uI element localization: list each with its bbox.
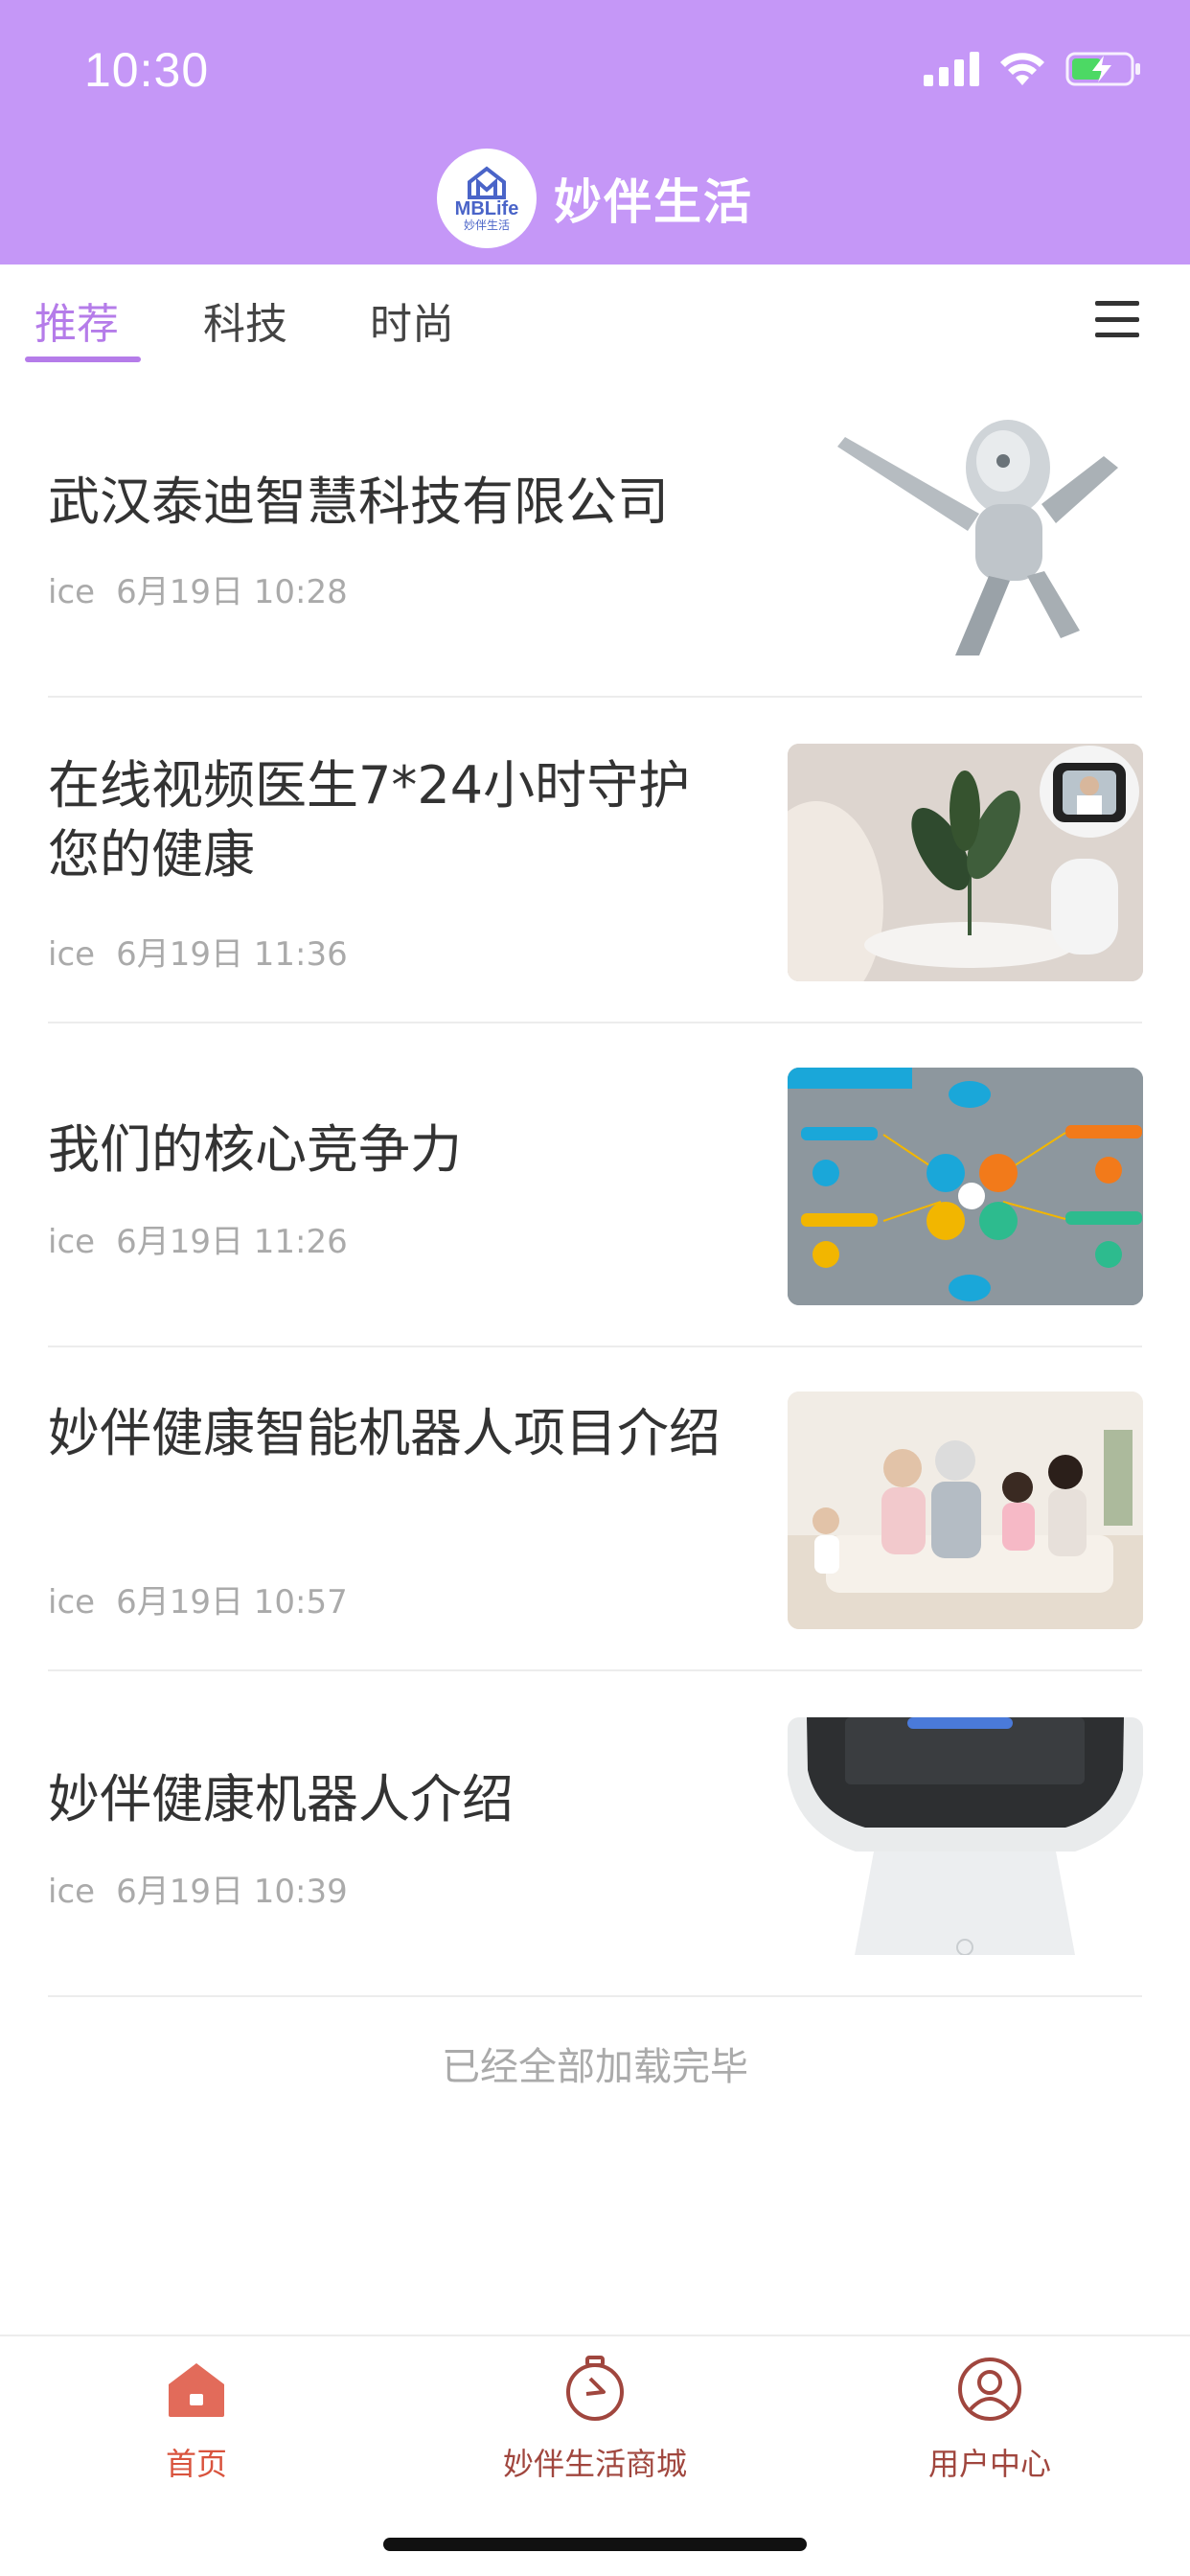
app-header: 10:30 MBLife 妙伴生活 妙伴生活 bbox=[0, 0, 1190, 264]
battery-charging-icon bbox=[1065, 52, 1140, 86]
logo-text: MBLife bbox=[454, 198, 519, 219]
article-date: 6月19日 11:26 bbox=[116, 1223, 348, 1261]
divider bbox=[48, 1022, 1142, 1024]
title-bar: MBLife 妙伴生活 妙伴生活 bbox=[0, 149, 1190, 248]
house-logo-icon bbox=[468, 166, 506, 199]
app-logo: MBLife 妙伴生活 bbox=[437, 149, 537, 248]
logo-subtext: 妙伴生活 bbox=[463, 218, 510, 232]
article-thumbnail[interactable] bbox=[788, 744, 1143, 981]
article-date: 6月19日 10:39 bbox=[116, 1873, 348, 1911]
article-author: ice bbox=[48, 935, 96, 974]
article-title[interactable]: 在线视频医生7*24小时守护您的健康 bbox=[48, 751, 738, 889]
stopwatch-icon bbox=[566, 2356, 624, 2421]
divider bbox=[48, 1995, 1142, 1997]
menu-icon[interactable] bbox=[1095, 301, 1139, 337]
article-author: ice bbox=[48, 1223, 96, 1261]
page-title: 妙伴生活 bbox=[554, 174, 753, 230]
nav-mall[interactable]: 妙伴生活商城 bbox=[451, 2356, 739, 2484]
article-meta: ice 6月19日 10:28 bbox=[48, 565, 348, 612]
signal-icon bbox=[924, 52, 979, 86]
wifi-icon bbox=[1000, 53, 1044, 85]
nav-home[interactable]: 首页 bbox=[53, 2356, 340, 2484]
article-meta: ice 6月19日 10:39 bbox=[48, 1865, 348, 1912]
divider bbox=[48, 696, 1142, 698]
article-thumbnail[interactable] bbox=[788, 1717, 1143, 1955]
article-author: ice bbox=[48, 1873, 96, 1911]
nav-mall-label: 妙伴生活商城 bbox=[502, 2446, 687, 2482]
family-photo-image bbox=[788, 1392, 1143, 1629]
home-indicator bbox=[383, 2538, 807, 2551]
article-title[interactable]: 我们的核心竞争力 bbox=[48, 1116, 738, 1184]
article-meta: ice 6月19日 11:36 bbox=[48, 928, 348, 975]
article-thumbnail[interactable] bbox=[788, 1068, 1143, 1305]
divider bbox=[48, 1346, 1142, 1347]
article-meta: ice 6月19日 10:57 bbox=[48, 1576, 348, 1622]
divider bbox=[48, 1669, 1142, 1671]
article-date: 6月19日 10:28 bbox=[116, 573, 348, 611]
nav-user-center-label: 用户中心 bbox=[927, 2446, 1051, 2482]
user-icon bbox=[958, 2358, 1021, 2421]
home-icon bbox=[169, 2363, 224, 2417]
status-time: 10:30 bbox=[84, 43, 210, 97]
nav-home-label: 首页 bbox=[165, 2446, 227, 2482]
robot-runner-image bbox=[837, 420, 1118, 656]
article-date: 6月19日 11:36 bbox=[116, 935, 348, 974]
white-robot-image bbox=[788, 1717, 1143, 1955]
nav-user-center[interactable]: 用户中心 bbox=[846, 2356, 1133, 2484]
article-title[interactable]: 妙伴健康智能机器人项目介绍 bbox=[48, 1399, 738, 1468]
article-author: ice bbox=[48, 573, 96, 611]
status-icons bbox=[924, 50, 1142, 88]
tab-recommended[interactable]: 推荐 bbox=[34, 289, 119, 351]
article-author: ice bbox=[48, 1583, 96, 1622]
tab-tech[interactable]: 科技 bbox=[203, 289, 287, 351]
article-title[interactable]: 妙伴健康机器人介绍 bbox=[48, 1765, 738, 1834]
article-meta: ice 6月19日 11:26 bbox=[48, 1215, 348, 1262]
article-thumbnail[interactable] bbox=[788, 418, 1143, 656]
article-thumbnail[interactable] bbox=[788, 1392, 1143, 1629]
active-tab-indicator bbox=[25, 356, 141, 362]
video-doctor-robot-image bbox=[788, 744, 1143, 981]
solution-diagram-image bbox=[788, 1068, 1143, 1305]
category-tabs: 推荐 科技 时尚 bbox=[0, 264, 1190, 370]
article-date: 6月19日 10:57 bbox=[116, 1583, 348, 1622]
article-title[interactable]: 武汉泰迪智慧科技有限公司 bbox=[48, 468, 738, 537]
list-end-message: 已经全部加载完毕 bbox=[442, 2045, 748, 2089]
tab-fashion[interactable]: 时尚 bbox=[370, 289, 454, 351]
